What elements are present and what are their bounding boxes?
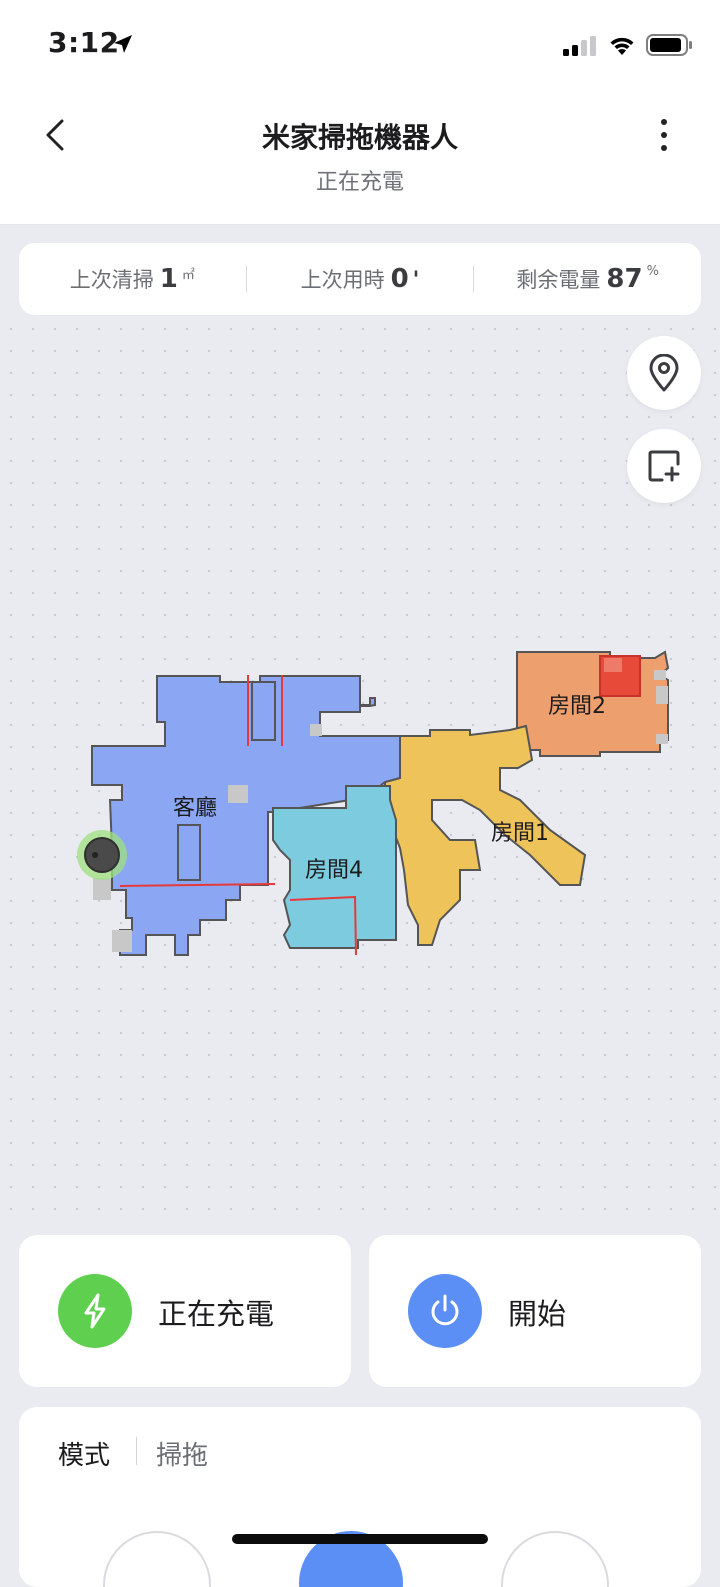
room-label-living: 客廳 (173, 796, 218, 821)
start-label: 開始 (508, 1297, 567, 1331)
mode-option-mop[interactable] (501, 1531, 609, 1587)
room-label-room1: 房間1 (491, 821, 549, 846)
add-zone-icon (648, 450, 680, 482)
device-status: 正在充電 (315, 170, 404, 195)
room-label-room4: 房間4 (305, 858, 363, 883)
stat-battery: 剩余電量 87% (474, 264, 701, 294)
stat-last-duration: 上次用時 0 ' (247, 264, 474, 294)
more-options-icon[interactable] (652, 118, 676, 152)
stat-battery-unit: % (646, 264, 659, 279)
charging-icon-circle (58, 1274, 132, 1348)
status-time: 3:12 (48, 26, 120, 59)
wifi-icon (610, 37, 634, 55)
cleaning-stats-card: 上次清掃 1 ㎡ 上次用時 0 ' 剩余電量 87% (19, 243, 701, 315)
mode-value: 掃拖 (156, 1441, 209, 1471)
power-icon (431, 1294, 459, 1326)
mode-title: 模式 (58, 1441, 111, 1471)
stat-battery-label: 剩余電量 (516, 268, 601, 292)
add-zone-button[interactable] (627, 429, 701, 503)
locate-robot-button[interactable] (627, 336, 701, 410)
mode-divider (136, 1437, 137, 1465)
stat-last-duration-value: 0 (390, 264, 409, 294)
stat-last-area-unit: ㎡ (181, 268, 195, 283)
charging-card[interactable]: 正在充電 (19, 1235, 351, 1387)
start-icon-circle (408, 1274, 482, 1348)
stat-last-area-label: 上次清掃 (69, 268, 154, 292)
stat-last-area: 上次清掃 1 ㎡ (19, 264, 246, 294)
mode-option-sweep[interactable] (103, 1531, 211, 1587)
status-bar: 3:12 (0, 0, 720, 90)
stat-battery-value: 87 (606, 264, 643, 294)
home-indicator[interactable] (232, 1534, 488, 1544)
page-title: 米家掃拖機器人 (261, 121, 458, 154)
lightning-icon (84, 1293, 106, 1329)
stat-last-area-value: 1 (159, 264, 178, 294)
charging-label: 正在充電 (158, 1297, 275, 1331)
cellular-signal-icon (563, 36, 596, 56)
start-card[interactable]: 開始 (369, 1235, 701, 1387)
app-header (0, 90, 720, 225)
mode-card[interactable] (19, 1407, 701, 1587)
location-arrow-icon (114, 35, 132, 53)
floor-map[interactable] (0, 318, 720, 1228)
stat-last-duration-unit: ' (412, 268, 420, 293)
stat-last-duration-label: 上次用時 (300, 268, 385, 292)
location-pin-icon (649, 354, 679, 392)
room-label-room2: 房間2 (548, 694, 606, 719)
battery-icon (646, 34, 692, 56)
